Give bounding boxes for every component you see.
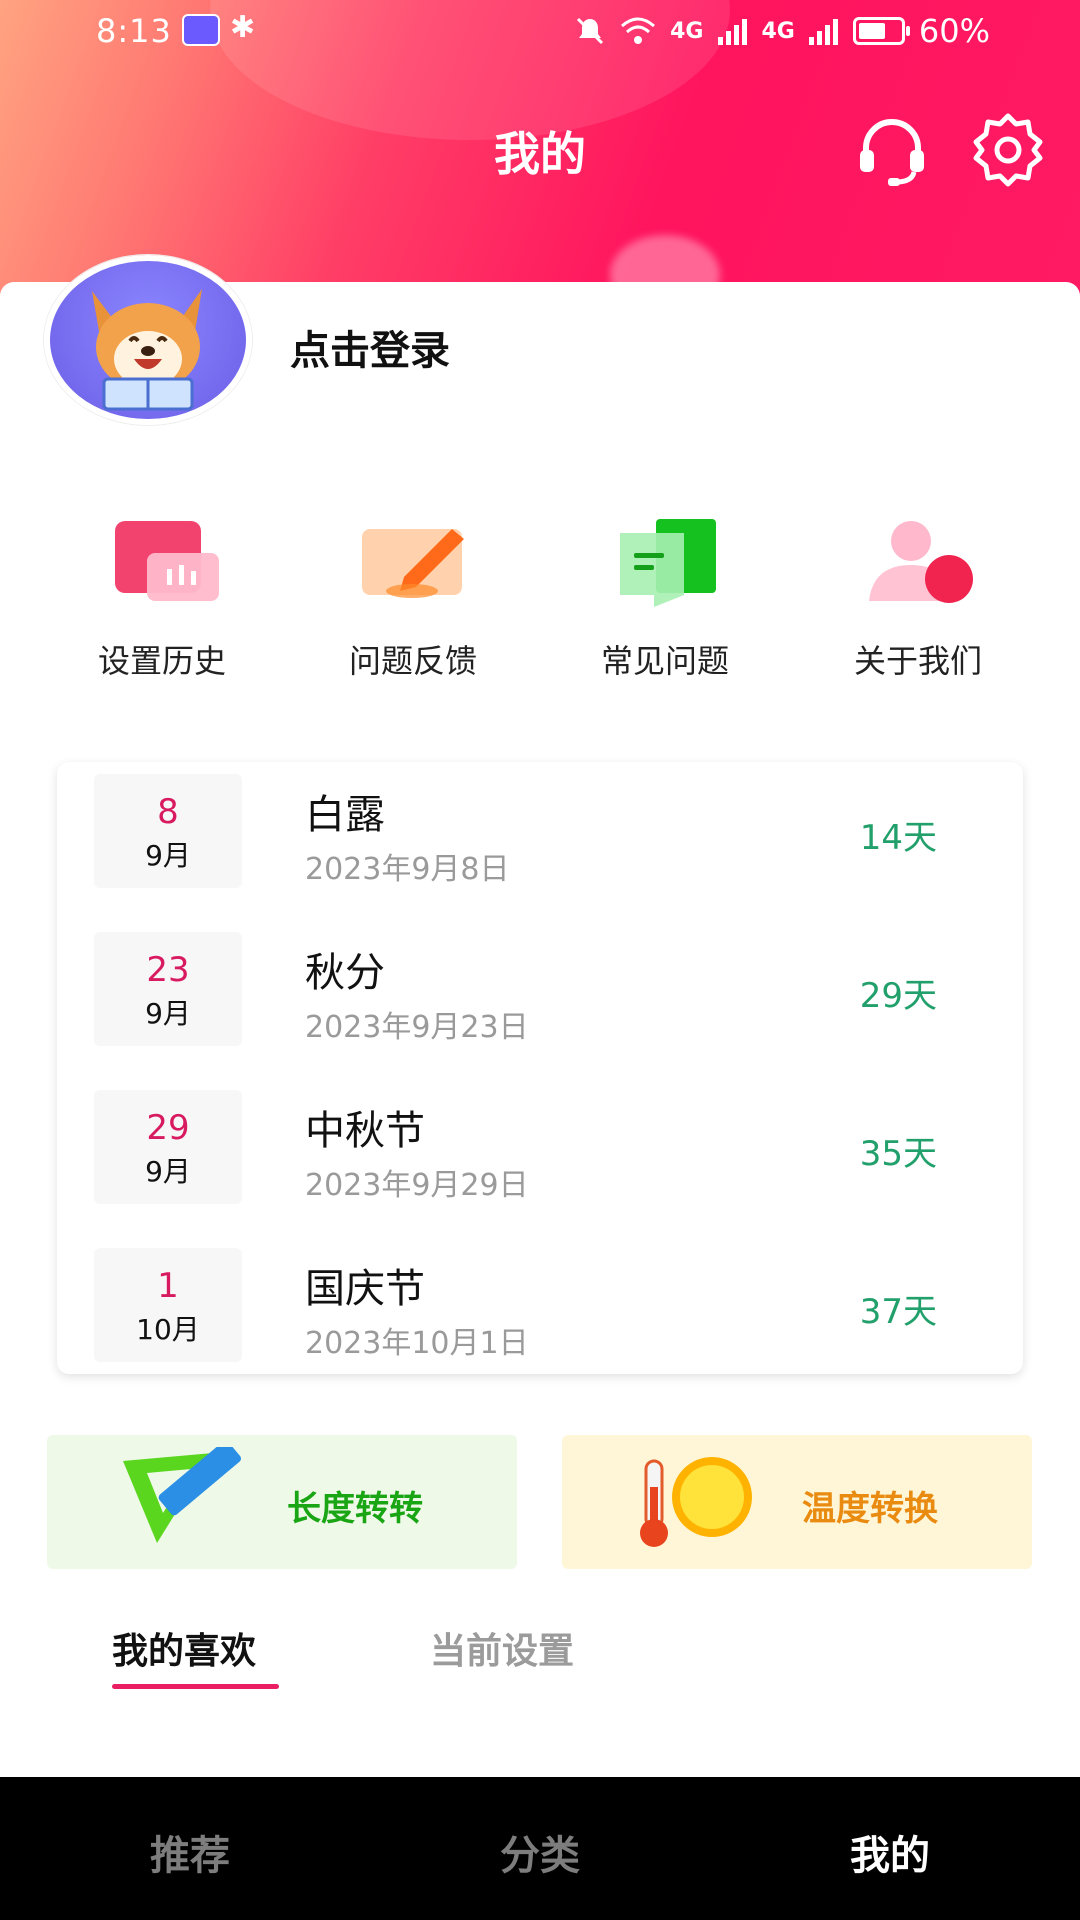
date-month: 9月 [145,1155,191,1188]
festival-row[interactable]: 1 10月 国庆节 2023年10月1日 37天 [57,1248,1023,1368]
headset-icon [860,119,924,186]
date-day: 23 [146,950,190,990]
signal-icon [808,19,838,45]
action-label: 常见问题 [600,642,729,680]
nav-mine[interactable]: 我的 [790,1823,990,1881]
action-faq[interactable]: 常见问题 [555,515,775,682]
faq-icon [600,515,730,610]
action-label: 设置历史 [97,642,226,680]
days-remaining: 29天 [859,976,937,1016]
nav-recommend[interactable]: 推荐 [90,1823,290,1881]
bottom-nav: 推荐 分类 我的 [0,1777,1080,1920]
ruler-icon [117,1440,247,1557]
days-remaining: 14天 [859,818,937,858]
nav-category[interactable]: 分类 [440,1823,640,1881]
action-about[interactable]: 关于我们 [808,515,1028,682]
feedback-icon [348,515,478,610]
signal-label: 4G [761,18,795,44]
date-month: 10月 [136,1313,200,1346]
wifi-icon [621,17,656,44]
days-remaining: 37天 [859,1292,937,1332]
about-icon [853,515,983,610]
festival-date: 2023年9月23日 [305,1010,529,1045]
temperature-converter-button[interactable]: 温度转换 [562,1435,1032,1569]
battery-percent: 60% [918,12,990,50]
active-tab-indicator [112,1684,279,1689]
tab-current-settings[interactable]: 当前设置 [430,1622,574,1674]
date-day: 8 [157,792,179,832]
status-time: 8:13 [96,12,172,50]
action-label: 关于我们 [853,642,982,680]
history-icon [97,515,227,610]
festival-date: 2023年9月8日 [305,852,510,887]
festival-row[interactable]: 8 9月 白露 2023年9月8日 14天 [57,774,1023,894]
festival-name: 中秋节 [305,1108,425,1154]
signal-icon [717,19,747,45]
festival-list: 8 9月 白露 2023年9月8日 14天 23 9月 秋分 2023年9月23… [57,762,1023,1374]
bluetooth-icon: ✱ [230,10,256,45]
festival-date: 2023年9月29日 [305,1168,529,1203]
date-day: 29 [146,1108,190,1148]
dog-mascot-icon [92,289,202,411]
days-remaining: 35天 [859,1134,937,1174]
settings-icon [973,113,1043,187]
action-label: 问题反馈 [348,642,477,680]
festival-name: 白露 [305,792,385,838]
tab-favorites[interactable]: 我的喜欢 [112,1622,256,1674]
signal-label: 4G [670,18,704,44]
date-month: 9月 [145,997,191,1030]
customer-service-button[interactable] [852,110,932,190]
temperature-converter-label: 温度转换 [802,1489,938,1529]
battery-icon [852,17,910,45]
length-converter-label: 长度转转 [287,1489,423,1529]
thermometer-sun-icon [632,1447,762,1557]
date-day: 1 [157,1266,179,1306]
date-badge: 8 9月 [94,774,242,888]
festival-date: 2023年10月1日 [305,1326,529,1361]
status-right: 4G 4G 60% [574,12,990,50]
action-history[interactable]: 设置历史 [52,515,272,682]
date-badge: 1 10月 [94,1248,242,1362]
festival-name: 秋分 [305,950,385,996]
length-converter-button[interactable]: 长度转转 [47,1435,517,1569]
settings-button[interactable] [968,110,1048,190]
login-prompt[interactable]: 点击登录 [290,318,450,376]
action-feedback[interactable]: 问题反馈 [303,515,523,682]
festival-row[interactable]: 29 9月 中秋节 2023年9月29日 35天 [57,1090,1023,1210]
date-badge: 23 9月 [94,932,242,1046]
mute-icon [577,17,604,45]
app-notification-icon [182,14,220,46]
status-bar: 8:13 ✱ 4G 4G 60% [0,0,1080,64]
quick-actions: 设置历史 问题反馈 常见问题 关于我们 [0,515,1080,695]
date-badge: 29 9月 [94,1090,242,1204]
date-month: 9月 [145,839,191,872]
avatar[interactable] [44,255,252,425]
festival-name: 国庆节 [305,1266,425,1312]
festival-row[interactable]: 23 9月 秋分 2023年9月23日 29天 [57,932,1023,1052]
